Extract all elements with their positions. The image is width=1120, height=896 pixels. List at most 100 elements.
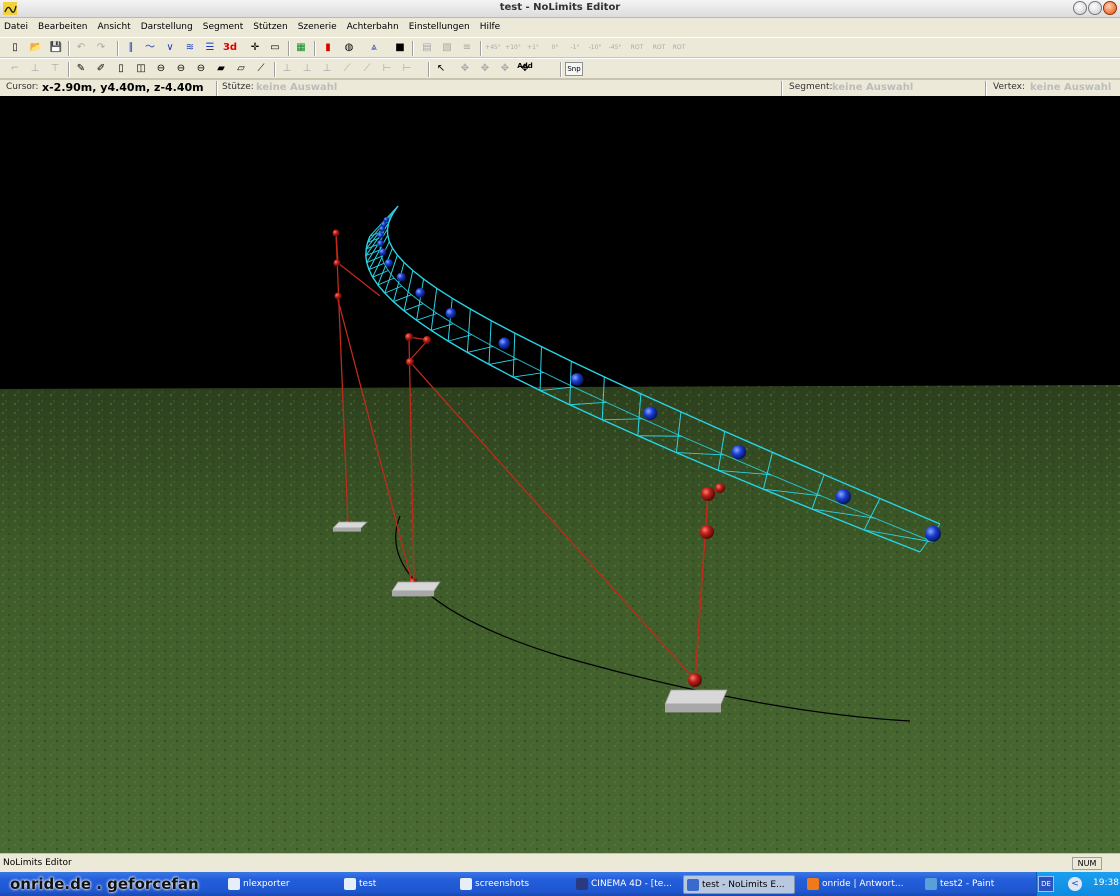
globe-icon[interactable]: ◍ [342, 41, 356, 55]
menu-datei[interactable]: Datei [4, 22, 28, 32]
block-icon[interactable]: ■ [393, 41, 407, 55]
close-button[interactable] [1103, 1, 1117, 15]
new-icon[interactable]: ▯ [8, 41, 22, 55]
support-g-icon[interactable]: ⟋ [340, 62, 354, 76]
cylinder-c-icon[interactable]: ⊖ [174, 62, 188, 76]
3d-view-icon[interactable]: 3d [223, 41, 237, 55]
cylinder-b-icon[interactable]: ⊖ [154, 62, 168, 76]
window-icon [228, 878, 240, 890]
support-node [332, 229, 340, 237]
menu-bearbeiten[interactable]: Bearbeiten [38, 22, 87, 32]
taskbar-button[interactable]: test2 - Paint [922, 875, 1032, 894]
support-footer-side [665, 704, 721, 713]
scene-canvas[interactable] [0, 96, 1120, 853]
select-arrow-icon[interactable]: ↖ [434, 62, 448, 76]
support-b-icon[interactable]: ⊥ [28, 62, 42, 76]
rotate-4-button[interactable]: -1° [568, 41, 582, 55]
language-indicator[interactable]: DE [1038, 876, 1054, 892]
support-footer [332, 521, 368, 529]
support-f-icon[interactable]: ⊥ [320, 62, 334, 76]
train-icon[interactable]: ≋ [183, 41, 197, 55]
delete-vertex-icon[interactable]: ▭ [268, 41, 282, 55]
support-j-icon[interactable]: ⊢ [400, 62, 414, 76]
film-icon[interactable]: ▧ [440, 41, 454, 55]
segment-label: Segment: [789, 82, 833, 92]
support-c-icon[interactable]: ⊤ [48, 62, 62, 76]
maximize-button[interactable] [1088, 1, 1102, 15]
add-c-icon[interactable]: ✥ [498, 62, 512, 76]
snap-button[interactable]: Snp [565, 62, 583, 76]
add-a-icon[interactable]: ✥ [458, 62, 472, 76]
menu-achterbahn[interactable]: Achterbahn [347, 22, 399, 32]
status-text: NoLimits Editor [3, 858, 72, 868]
connector-icon[interactable]: ⟋ [254, 62, 268, 76]
watermark-logo: onride.de . geforcefan [10, 875, 199, 893]
toolbar-separator [288, 41, 290, 56]
toolbar-separator [480, 41, 482, 56]
save-icon[interactable]: 💾 [49, 41, 63, 55]
toolbar-separator [560, 62, 562, 77]
support-footer-side [392, 591, 434, 597]
table-icon[interactable]: ▤ [420, 41, 434, 55]
pencil-icon[interactable]: ✎ [74, 62, 88, 76]
rotate-2-button[interactable]: +1° [526, 41, 540, 55]
add-b-icon[interactable]: ✥ [478, 62, 492, 76]
pillar-icon[interactable]: ▯ [114, 62, 128, 76]
grid-icon[interactable]: ▦ [294, 41, 308, 55]
3d-viewport[interactable] [0, 96, 1120, 853]
curve-icon[interactable]: 〜 [143, 41, 157, 55]
footer-icon[interactable]: ▰ [214, 62, 228, 76]
station-icon[interactable]: ☰ [203, 41, 217, 55]
align-icon[interactable]: ≡ [460, 41, 474, 55]
cylinder-icon[interactable]: ◫ [134, 62, 148, 76]
menu-hilfe[interactable]: Hilfe [480, 22, 500, 32]
track-view-icon[interactable]: ∥ [124, 41, 138, 55]
track-vertex [377, 240, 384, 247]
insert-vertex-icon[interactable]: ✛ [248, 41, 262, 55]
track-vertex [835, 488, 852, 505]
vertex-label: Vertex: [993, 82, 1025, 92]
support-d-icon[interactable]: ⊥ [280, 62, 294, 76]
taskbar-button[interactable]: screenshots [457, 875, 569, 894]
rotate-9-button[interactable]: ROT [672, 41, 686, 55]
undo-icon[interactable]: ↶ [74, 41, 88, 55]
structure-icon[interactable]: ⩓ [367, 41, 381, 55]
menu-darstellung[interactable]: Darstellung [141, 22, 193, 32]
rotate-5-button[interactable]: -10° [588, 41, 602, 55]
minimize-button[interactable] [1073, 1, 1087, 15]
menu-einstellungen[interactable]: Einstellungen [409, 22, 470, 32]
taskbar-button[interactable]: CINEMA 4D - [te... [573, 875, 679, 894]
rotate-1-button[interactable]: +10° [505, 41, 521, 55]
traffic-light-icon[interactable]: ▮ [321, 41, 335, 55]
track-vertex [925, 525, 941, 542]
taskbar-button[interactable]: test - NoLimits E... [683, 875, 795, 894]
menu-segment[interactable]: Segment [203, 22, 244, 32]
tray-expand-icon[interactable]: < [1068, 877, 1082, 891]
rotate-6-button[interactable]: -45° [608, 41, 622, 55]
beam-icon[interactable]: ▱ [234, 62, 248, 76]
taskbar-button[interactable]: test [341, 875, 453, 894]
rotate-0-button[interactable]: +45° [485, 41, 501, 55]
taskbar-button[interactable]: nlexporter [225, 875, 337, 894]
support-i-icon[interactable]: ⊢ [380, 62, 394, 76]
menu-ansicht[interactable]: Ansicht [97, 22, 130, 32]
support-e-icon[interactable]: ⊥ [300, 62, 314, 76]
taskbar-button[interactable]: onride | Antwort... [804, 875, 918, 894]
clock: 19:38 [1093, 878, 1119, 888]
pencil-double-icon[interactable]: ✐ [94, 62, 108, 76]
menu-stuetzen[interactable]: Stützen [253, 22, 287, 32]
menu-szenerie[interactable]: Szenerie [298, 22, 337, 32]
cylinder-d-icon[interactable]: ⊖ [194, 62, 208, 76]
support-h-icon[interactable]: ⟋ [360, 62, 374, 76]
support-a-icon[interactable]: ⌐ [8, 62, 22, 76]
window-icon [687, 879, 699, 891]
taskbar-button-label: screenshots [475, 879, 530, 889]
open-folder-icon[interactable]: 📂 [29, 41, 43, 55]
rotate-3-button[interactable]: 0° [548, 41, 562, 55]
window-title: test - NoLimits Editor [499, 2, 621, 13]
rotate-8-button[interactable]: ROT [652, 41, 666, 55]
dip-icon[interactable]: ∨ [163, 41, 177, 55]
vertex-value: keine Auswahl [1030, 82, 1112, 93]
redo-icon[interactable]: ↷ [94, 41, 108, 55]
rotate-7-button[interactable]: ROT [630, 41, 644, 55]
